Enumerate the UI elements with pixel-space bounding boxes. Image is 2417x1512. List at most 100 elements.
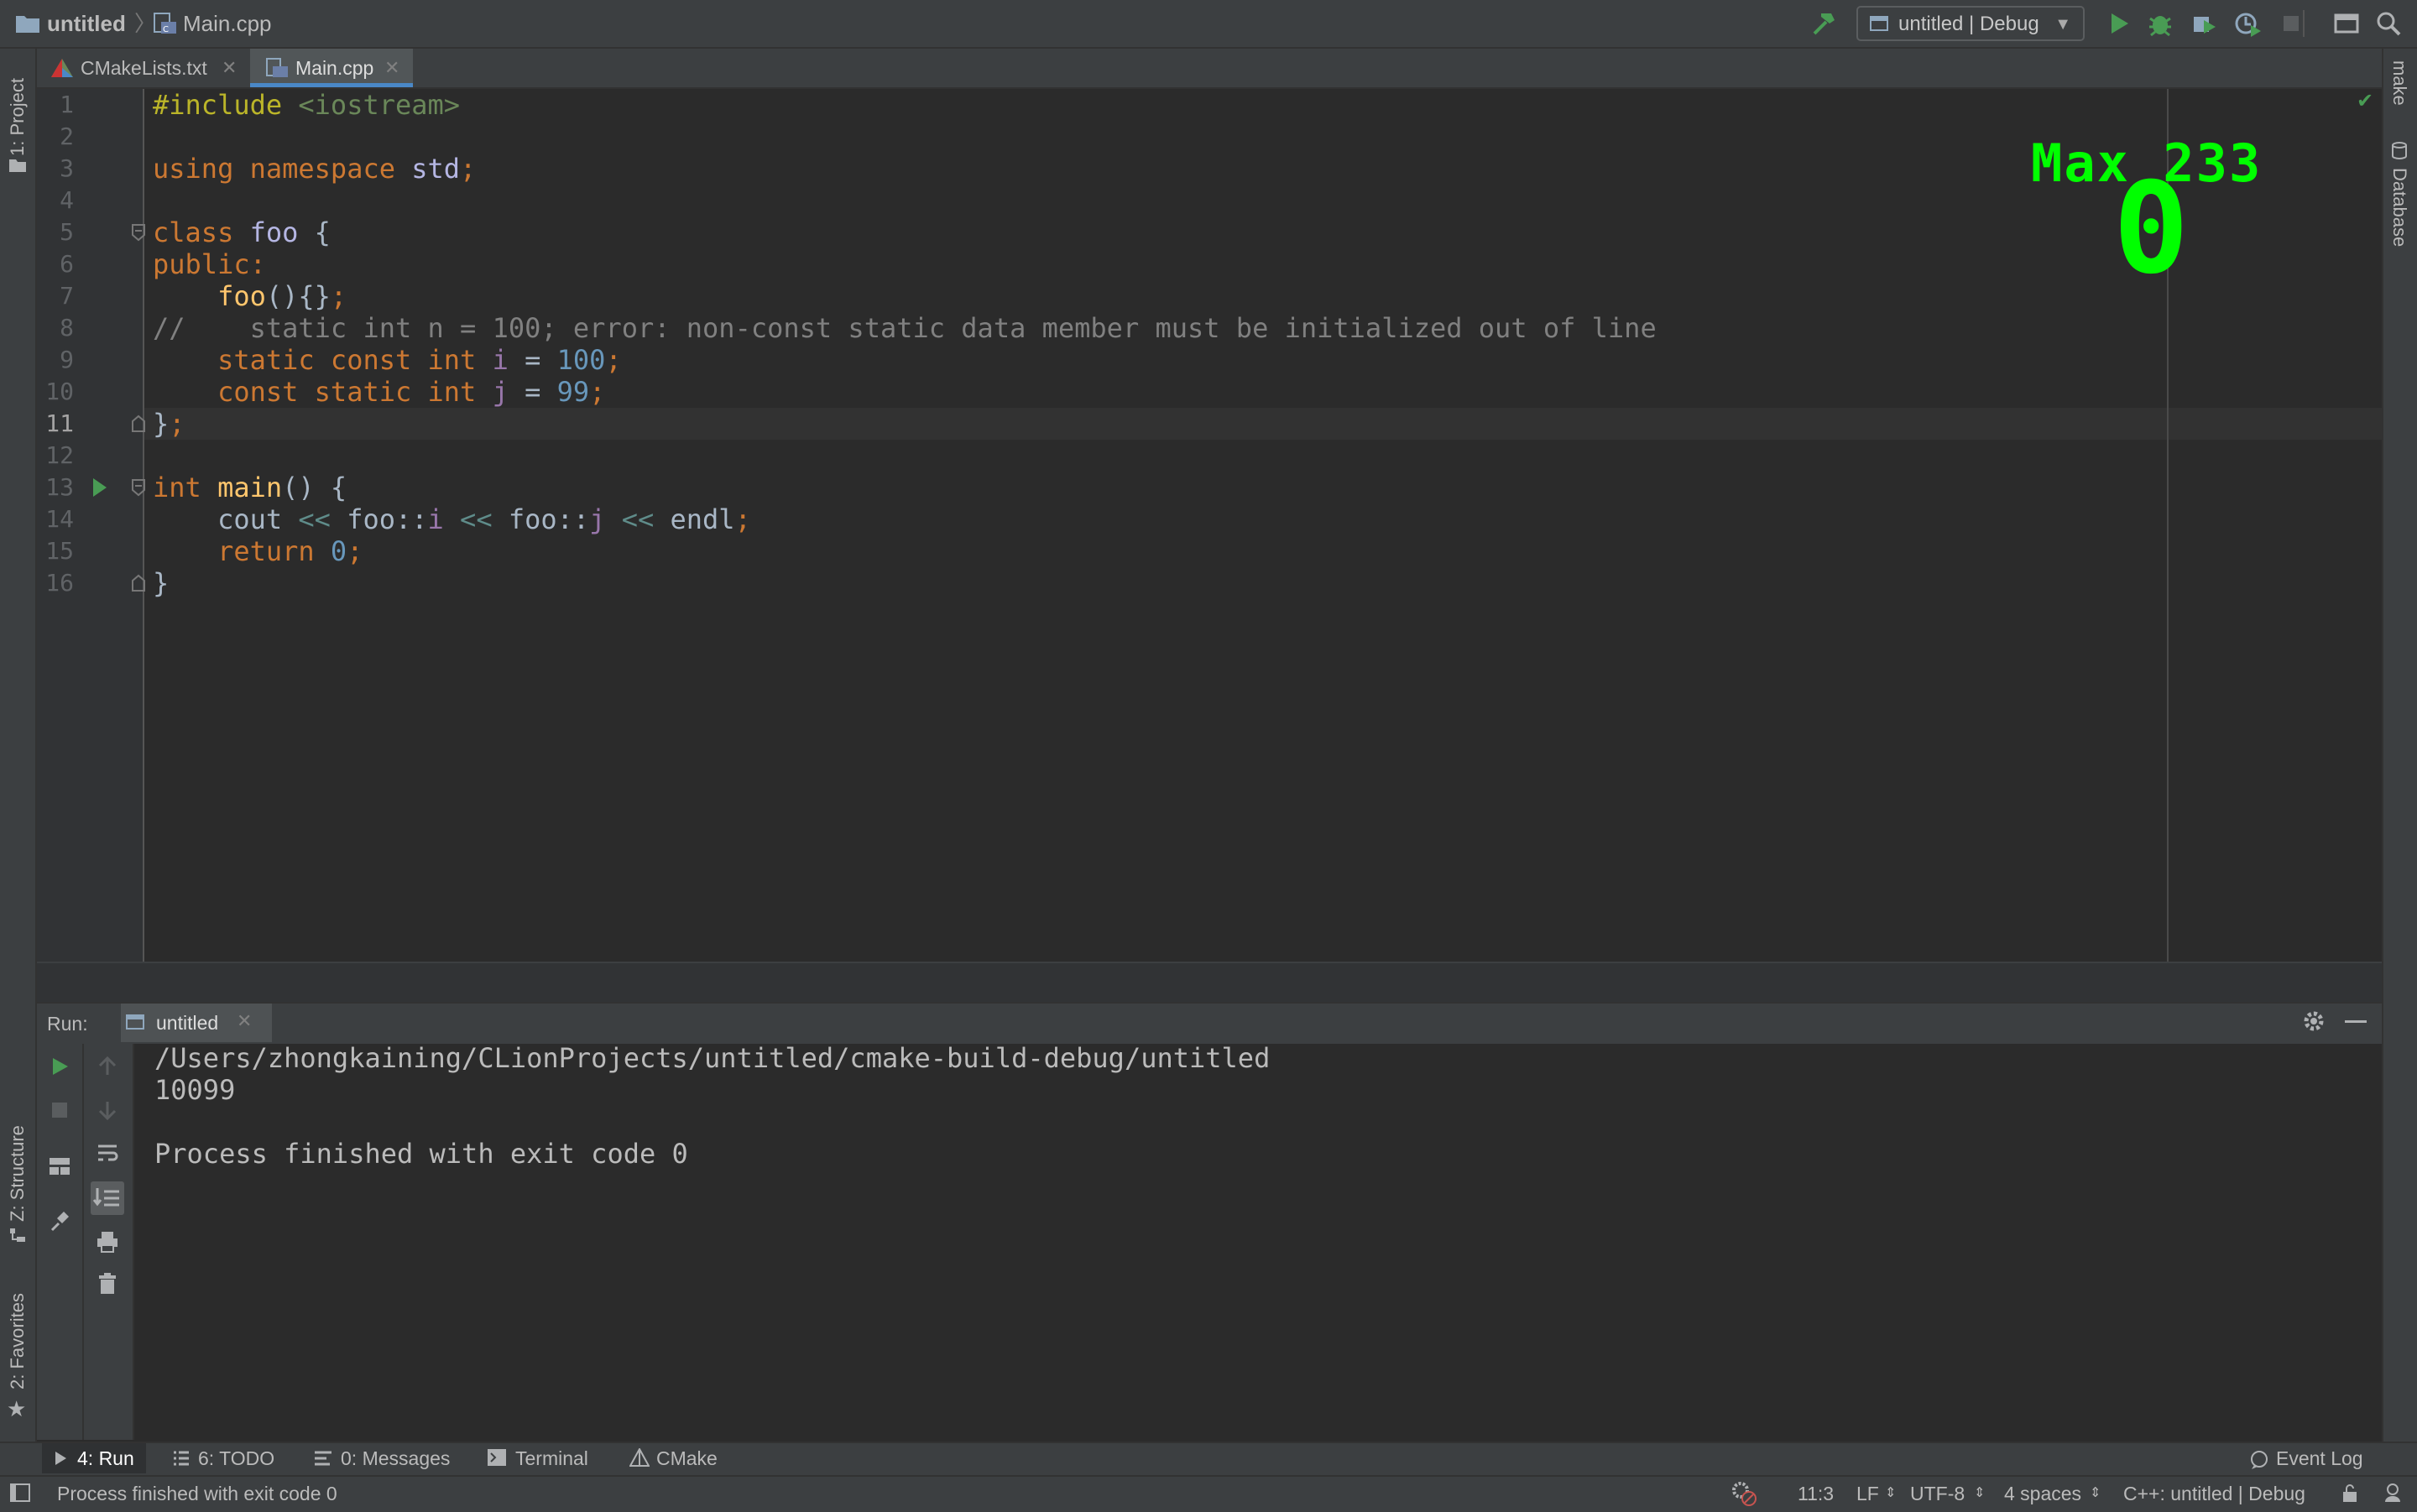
close-icon[interactable]: ✕ — [222, 49, 237, 87]
caret-position[interactable]: 11:3 — [1798, 1480, 1834, 1507]
database-icon — [2390, 141, 2409, 161]
code-line-10: const static int j = 99; — [153, 376, 605, 408]
debug-bug-icon[interactable] — [2145, 8, 2175, 39]
breadcrumb-file[interactable]: Main.cpp — [183, 8, 272, 39]
resolve-context[interactable]: C++: untitled | Debug — [2123, 1480, 2305, 1507]
minimize-icon[interactable] — [2345, 1020, 2367, 1023]
toggle-tool-windows-icon[interactable] — [10, 1483, 30, 1502]
stop-icon[interactable] — [2276, 8, 2306, 39]
brace: { — [298, 216, 331, 248]
line-number: 9 — [60, 346, 74, 373]
constructor-name: foo — [153, 280, 266, 312]
keyword: const static int — [153, 376, 477, 408]
trash-icon[interactable] — [97, 1272, 117, 1296]
run-tab-untitled[interactable]: untitled ✕ — [121, 1004, 272, 1042]
include-path: <iostream> — [282, 89, 461, 121]
rerun-icon[interactable] — [49, 1056, 70, 1077]
event-log-icon — [2249, 1450, 2269, 1470]
code-text: foo:: — [330, 503, 428, 535]
line-number: 16 — [45, 569, 74, 597]
run-gutter-icon[interactable] — [91, 477, 109, 498]
run-tab-label: untitled — [156, 1012, 219, 1034]
run-icon[interactable] — [2103, 8, 2133, 39]
run-with-coverage-icon[interactable] — [2189, 8, 2219, 39]
arrow-up-icon[interactable] — [96, 1056, 119, 1077]
code-text: foo:: — [492, 503, 590, 535]
tool-tab-event-log[interactable]: Event Log — [2276, 1443, 2363, 1473]
line-number: 13 — [45, 473, 74, 501]
profile-icon[interactable] — [2232, 8, 2263, 39]
stop-icon[interactable] — [50, 1101, 69, 1119]
operator: << — [621, 503, 655, 535]
semicolon: ; — [330, 280, 347, 312]
fold-marker-icon[interactable] — [131, 478, 146, 497]
code-text: () { — [282, 472, 347, 503]
database-tool-window-button[interactable]: Database — [2389, 168, 2417, 247]
file-encoding[interactable]: UTF-8 — [1910, 1480, 1965, 1507]
tool-tab-terminal[interactable]: Terminal — [515, 1443, 588, 1473]
scroll-to-end-toggle[interactable] — [91, 1181, 124, 1215]
number-literal: 0 — [314, 535, 347, 567]
project-tool-label: 1: Project — [7, 78, 28, 156]
chevron-down-icon: ▼ — [2054, 15, 2071, 34]
tab-label: CMakeLists.txt — [81, 57, 207, 79]
keyword: int — [153, 472, 201, 503]
print-icon[interactable] — [96, 1230, 119, 1254]
tool-tab-cmake[interactable]: CMake — [656, 1443, 718, 1473]
close-icon[interactable]: ✕ — [237, 1010, 252, 1032]
tool-tab-todo[interactable]: 6: TODO — [198, 1443, 274, 1473]
soft-wrap-icon[interactable] — [96, 1143, 119, 1165]
operator: << — [460, 503, 493, 535]
indent-setting[interactable]: 4 spaces — [2004, 1480, 2081, 1507]
tool-tab-run[interactable]: 4: Run — [42, 1443, 146, 1473]
star-icon: ★ — [7, 1396, 27, 1421]
line-separator[interactable]: LF — [1856, 1480, 1879, 1507]
semicolon: ; — [734, 503, 751, 535]
fold-marker-icon[interactable] — [131, 223, 146, 242]
config-icon — [1870, 15, 1890, 34]
console-line: 10099 — [154, 1074, 236, 1106]
folder-icon — [8, 158, 27, 173]
line-number: 14 — [45, 505, 74, 533]
breadcrumb-project[interactable]: untitled — [47, 8, 126, 39]
number-literal: 99 — [556, 376, 590, 408]
cmake-status-error-icon[interactable] — [1731, 1480, 1757, 1507]
lock-icon[interactable] — [2341, 1483, 2358, 1504]
keyword: using namespace — [153, 153, 395, 185]
run-configuration-selector[interactable]: untitled | Debug ▼ — [1856, 6, 2085, 41]
gear-icon[interactable] — [2301, 1009, 2326, 1034]
fold-end-marker-icon[interactable] — [131, 574, 146, 592]
structure-icon — [8, 1227, 27, 1245]
keyword: class — [153, 216, 234, 248]
semicolon: ; — [169, 408, 185, 440]
tab-main-cpp[interactable]: Main.cpp ✕ — [250, 49, 413, 87]
keyword: static const int — [153, 344, 477, 376]
run-console-output[interactable] — [134, 1044, 2382, 1440]
editor-horizontal-scrollbar[interactable] — [37, 962, 2382, 1002]
tab-cmakelists[interactable]: CMakeLists.txt ✕ — [42, 49, 243, 87]
search-icon[interactable] — [2373, 8, 2404, 39]
chevron-updown-icon: ⇕ — [2090, 1486, 2101, 1500]
code-line-11: }; — [153, 408, 185, 440]
function-name: main — [201, 472, 283, 503]
console-icon — [126, 1014, 146, 1032]
fold-end-marker-icon[interactable] — [131, 414, 146, 433]
pin-icon[interactable] — [49, 1210, 70, 1232]
arrow-down-icon[interactable] — [96, 1099, 119, 1121]
make-tool-window-button[interactable]: make — [2389, 60, 2417, 106]
tool-tab-messages[interactable]: 0: Messages — [341, 1443, 450, 1473]
messages-icon — [314, 1450, 332, 1467]
inspector-icon[interactable] — [2382, 1482, 2404, 1504]
close-icon[interactable]: ✕ — [384, 49, 399, 87]
layout-icon[interactable] — [49, 1156, 70, 1176]
run-icon — [54, 1451, 67, 1466]
line-number: 2 — [60, 123, 74, 150]
field-name: i — [476, 344, 509, 376]
cmake-icon — [50, 58, 74, 78]
build-hammer-icon[interactable] — [1809, 8, 1840, 39]
line-number: 4 — [60, 186, 74, 214]
project-structure-icon[interactable] — [2331, 8, 2362, 39]
class-name: foo — [233, 216, 299, 248]
scroll-to-end-icon — [92, 1188, 119, 1207]
